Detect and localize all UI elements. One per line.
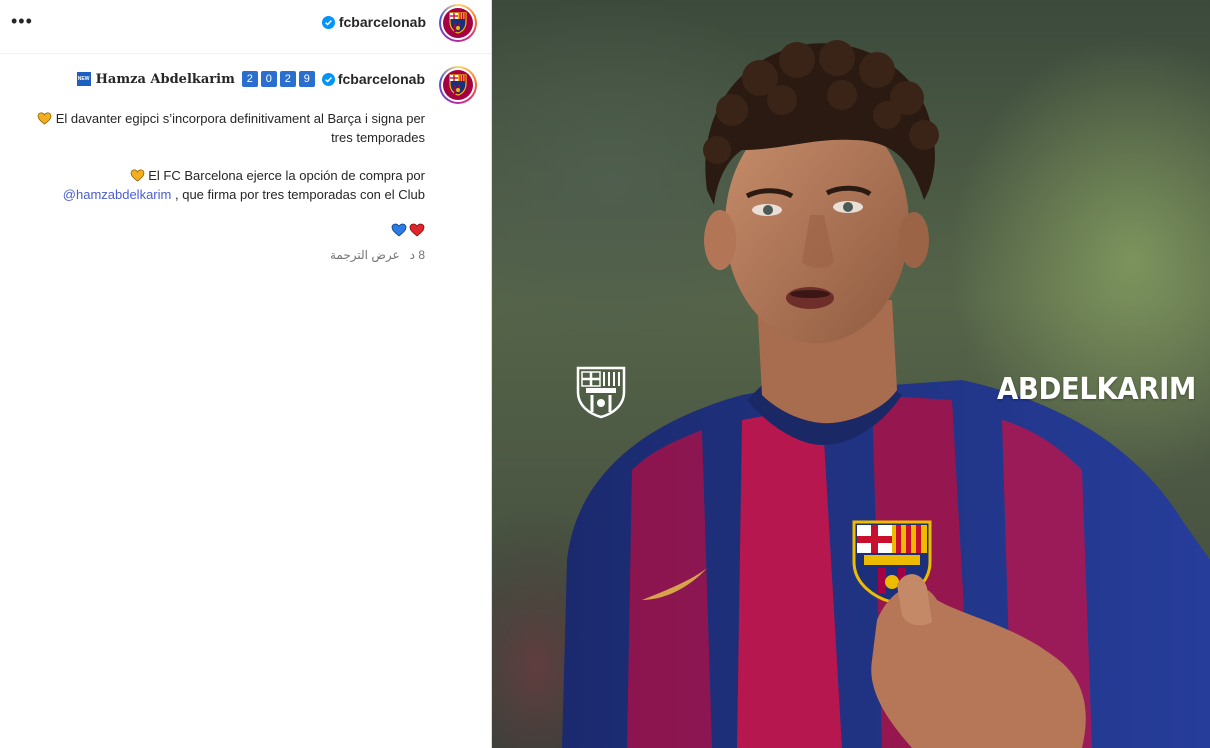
caption-username-link[interactable]: fcbarcelonab (321, 71, 425, 87)
caption-paragraph-1: El davanter egipci s’incorpora definitiv… (25, 109, 425, 147)
player-name: Hamza Abdelkarim (95, 71, 235, 87)
post-meta: 8 د عرض الترجمة (330, 248, 425, 262)
post-time: 8 د (409, 248, 425, 262)
more-options-button[interactable]: ••• (11, 12, 32, 32)
digit-keycap: 0 (260, 71, 277, 87)
paragraph-2-text-end: , que firma por tres temporadas con el C… (174, 187, 425, 202)
fcb-crest-icon (443, 8, 473, 38)
player-name-overlay: ABDELKARIM (997, 372, 1196, 407)
caption-username: fcbarcelonab (337, 71, 425, 87)
red-heart-icon (409, 223, 425, 237)
digit-keycap: 2 (241, 71, 258, 87)
caption-title-line: NEW Hamza Abdelkarim 2 0 2 9 fcbarcelona… (76, 71, 425, 87)
header-username-link[interactable]: fcbarcelonab (321, 14, 426, 30)
digit-keycap: 9 (298, 71, 315, 87)
header-username: fcbarcelonab (338, 14, 426, 30)
new-badge-icon: NEW (76, 72, 91, 86)
header-avatar[interactable] (439, 4, 477, 42)
overlay-fcb-crest-icon (576, 366, 626, 419)
digit-keycap: 2 (279, 71, 296, 87)
see-translation-button[interactable]: عرض الترجمة (330, 248, 400, 262)
paragraph-2-text: El FC Barcelona ejerce la opción de comp… (148, 168, 425, 183)
caption-paragraph-2: El FC Barcelona ejerce la opción de comp… (25, 166, 425, 204)
post-side-panel: ••• fcbarcelonab NEW Hamza Abdelkarim 2 … (0, 0, 492, 748)
post-image[interactable]: ABDELKARIM (492, 0, 1210, 748)
post-author-avatar[interactable] (439, 66, 477, 104)
paragraph-1-text: El davanter egipci s’incorpora definitiv… (55, 111, 425, 145)
verified-badge-icon (321, 72, 335, 86)
year-digits: 2 0 2 9 (241, 71, 315, 87)
fcb-crest-icon (443, 70, 473, 100)
blue-heart-icon (391, 223, 407, 237)
post-header: ••• fcbarcelonab (0, 0, 491, 54)
yellow-heart-icon (130, 169, 144, 182)
yellow-heart-icon (37, 112, 52, 125)
mention-link[interactable]: @hamzabdelkarim (63, 187, 172, 202)
heart-emojis (391, 223, 425, 237)
verified-badge-icon (321, 15, 335, 29)
